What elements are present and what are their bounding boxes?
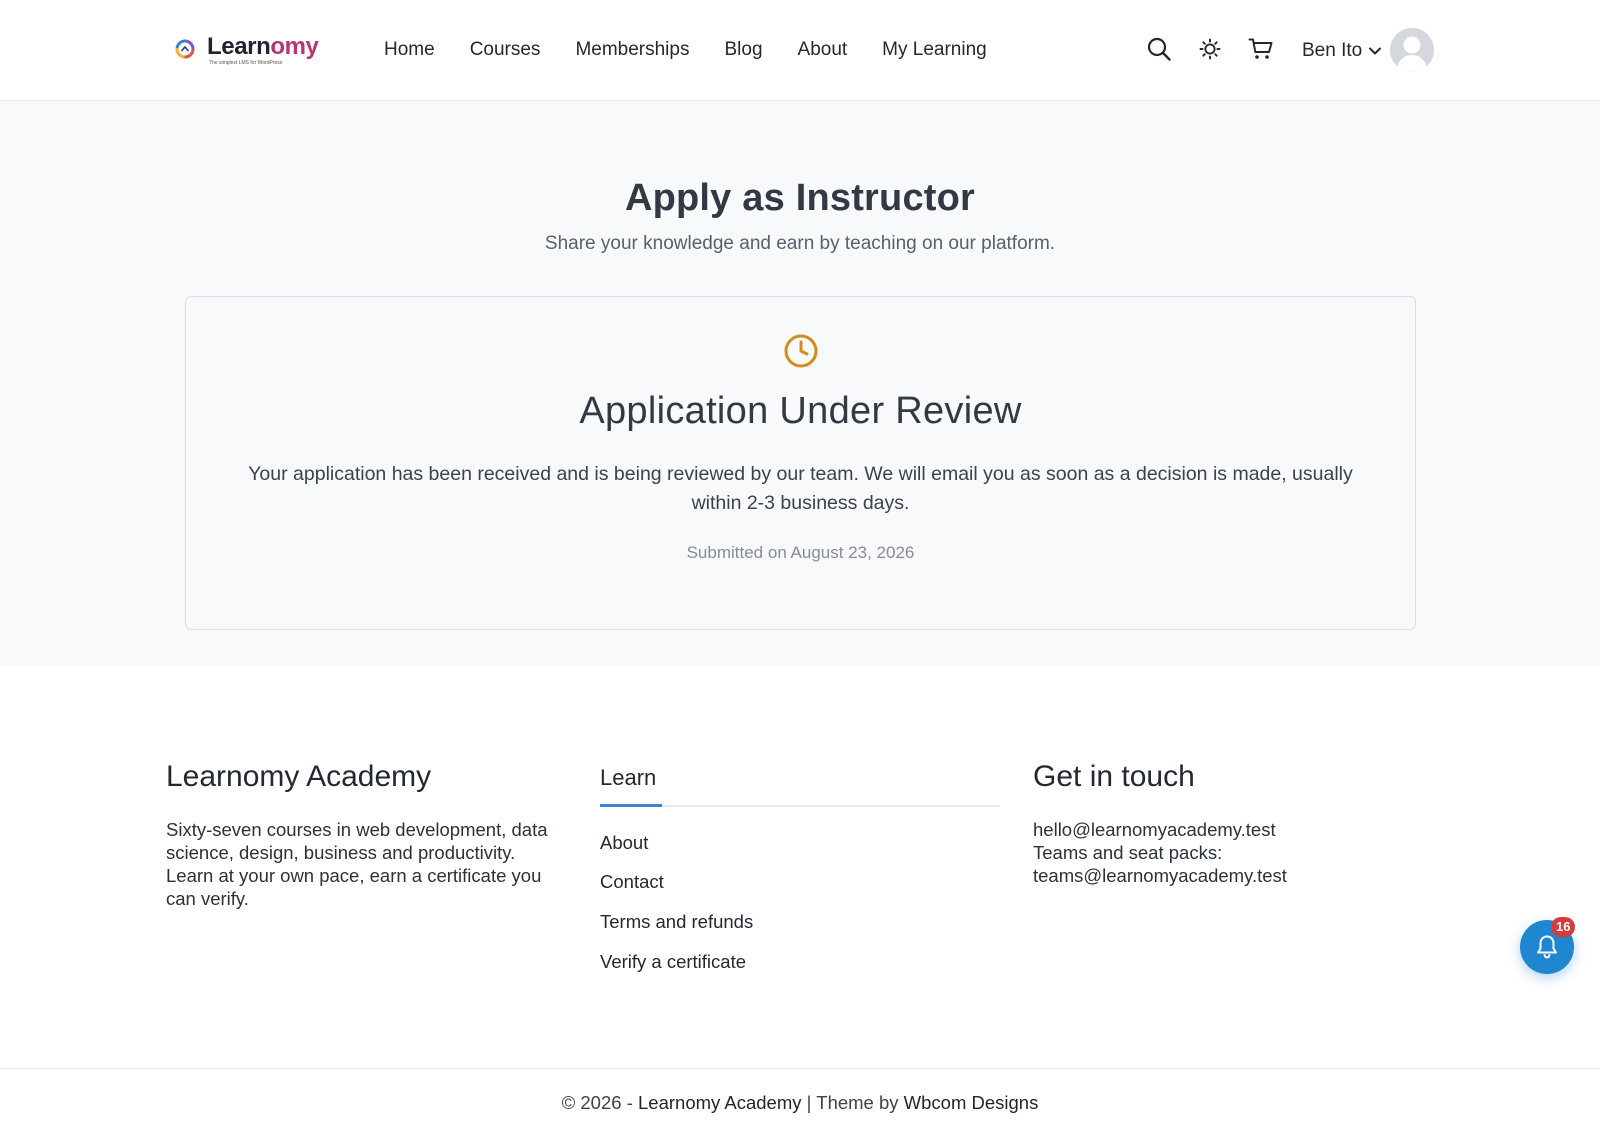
footer-learn: Learn xyxy=(600,763,656,793)
copyright-separator: | Theme by xyxy=(801,1092,904,1113)
nav-memberships[interactable]: Memberships xyxy=(575,38,689,62)
copyright-prefix: © 2026 - xyxy=(561,1092,638,1113)
footer-link-about[interactable]: About xyxy=(600,831,648,855)
footer-link-contact[interactable]: Contact xyxy=(600,870,664,894)
submitted-date: Submitted on August 23, 2026 xyxy=(686,543,915,562)
search-icon[interactable] xyxy=(1146,36,1172,62)
footer-contact-email[interactable]: hello@learnomyacademy.test xyxy=(1033,818,1413,841)
footer-contact: Get in touch hello@learnomyacademy.test … xyxy=(1033,759,1413,887)
avatar[interactable] xyxy=(1390,28,1434,72)
user-name[interactable]: Ben Ito xyxy=(1302,39,1362,63)
main-nav: Home Courses Memberships Blog About My L… xyxy=(384,38,1022,62)
footer-contact-title: Get in touch xyxy=(1033,760,1195,793)
footer-about-title: Learnomy Academy xyxy=(166,760,432,793)
cart-icon[interactable] xyxy=(1248,36,1274,62)
footer-contact-teams-label: Teams and seat packs: xyxy=(1033,842,1223,863)
footer-about-text: Sixty-seven courses in web development, … xyxy=(166,819,548,909)
clock-icon xyxy=(784,334,818,368)
site-logo[interactable]: Learnomy The simplest LMS for WordPress xyxy=(174,34,319,68)
footer-contact-teams-email[interactable]: teams@learnomyacademy.test xyxy=(1033,864,1413,887)
nav-courses[interactable]: Courses xyxy=(470,38,541,62)
nav-my-learning[interactable]: My Learning xyxy=(882,38,987,62)
theme-author-link[interactable]: Wbcom Designs xyxy=(904,1092,1039,1113)
copyright-site-link[interactable]: Learnomy Academy xyxy=(638,1092,802,1113)
nav-home[interactable]: Home xyxy=(384,38,435,62)
status-message: Your application has been received and i… xyxy=(248,463,1353,514)
logo-tagline: The simplest LMS for WordPress xyxy=(209,60,283,66)
page-subtitle: Share your knowledge and earn by teachin… xyxy=(544,233,1056,254)
page-title: Apply as Instructor xyxy=(624,177,976,219)
footer-learn-title: Learn xyxy=(600,765,657,790)
nav-about[interactable]: About xyxy=(798,38,848,62)
bell-icon xyxy=(1537,935,1557,959)
site-header: Learnomy The simplest LMS for WordPress … xyxy=(0,0,1600,101)
copyright-text: © 2026 - Learnomy Academy | Theme by Wbc… xyxy=(0,1092,1600,1114)
footer-link-terms[interactable]: Terms and refunds xyxy=(600,910,753,934)
user-avatar-icon xyxy=(1390,28,1434,72)
logo-wordmark: Learnomy xyxy=(207,33,319,60)
logo-icon xyxy=(175,39,195,59)
copyright-bar: © 2026 - Learnomy Academy | Theme by Wbc… xyxy=(0,1068,1600,1138)
chevron-down-icon[interactable] xyxy=(1368,44,1382,58)
footer-about: Learnomy Academy Sixty-seven courses in … xyxy=(166,759,566,910)
notification-count-badge: 16 xyxy=(1551,917,1576,937)
nav-blog[interactable]: Blog xyxy=(724,38,762,62)
main-section: Apply as Instructor Share your knowledge… xyxy=(0,101,1600,666)
footer-learn-divider-accent xyxy=(600,804,662,807)
sun-icon[interactable] xyxy=(1197,36,1223,62)
footer-link-verify-certificate[interactable]: Verify a certificate xyxy=(600,950,746,974)
application-status-card: Application Under Review Your applicatio… xyxy=(185,296,1416,630)
status-title: Application Under Review xyxy=(579,390,1022,432)
